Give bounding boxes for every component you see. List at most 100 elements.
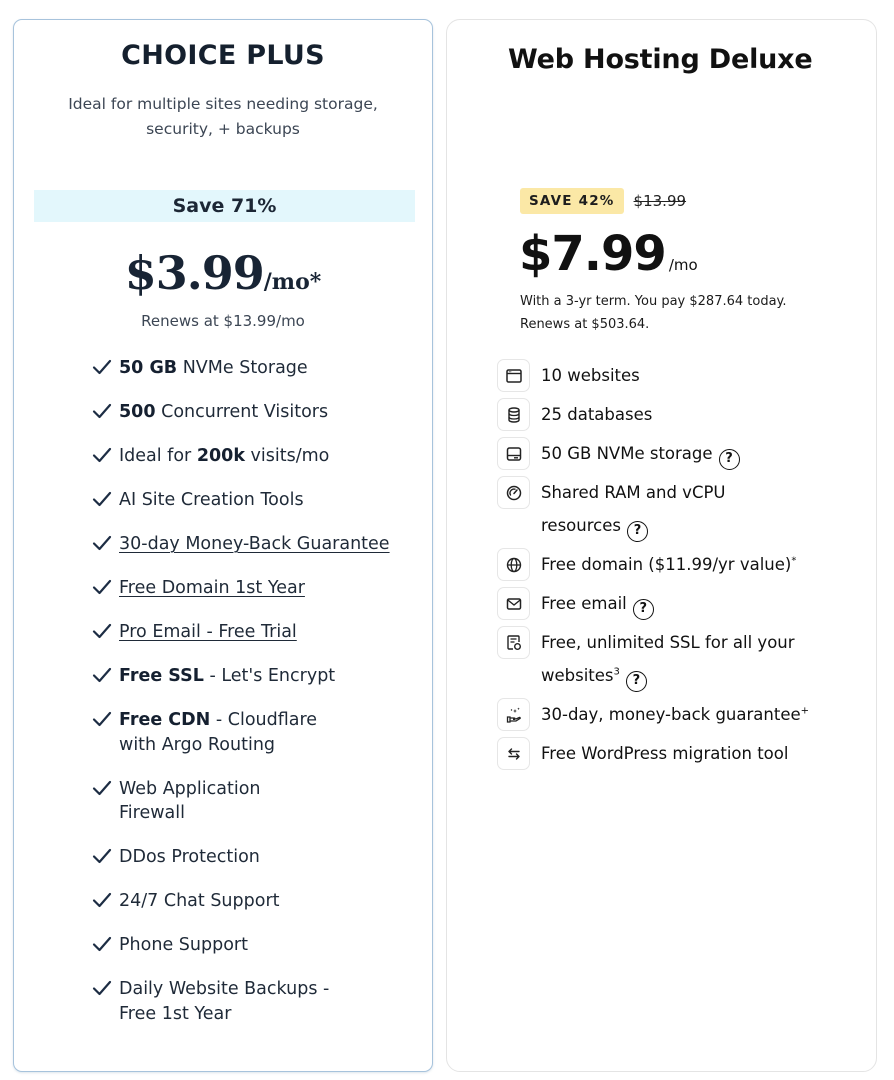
feature-highlight: 500 [119, 402, 156, 422]
plan-price: $3.99/mo* [14, 246, 432, 300]
feature-highlight: Free CDN [119, 710, 211, 730]
checkmark-icon [92, 892, 112, 908]
feature-text-wrap: 50 GB NVMe storage? [541, 432, 740, 470]
feature-text: Ideal for [119, 446, 197, 466]
feature-text: Free WordPress migration tool [541, 744, 789, 763]
feature-item: 10 websites [497, 359, 867, 392]
transfer-arrows-icon [497, 737, 530, 770]
feature-item: 50 GB NVMe storage? [497, 437, 867, 470]
certificate-icon [497, 626, 530, 659]
help-icon[interactable]: ? [625, 671, 647, 692]
feature-text: DDos Protection [119, 847, 260, 867]
globe-icon [497, 548, 530, 581]
feature-highlight: 50 GB [119, 358, 178, 378]
help-icon[interactable]: ? [632, 599, 654, 620]
feature-item: Shared RAM and vCPU resources? [497, 476, 867, 542]
feature-text: - Let's Encrypt [203, 666, 336, 686]
price-amount: $3.99 [124, 246, 265, 300]
feature-highlight: Free SSL [119, 666, 204, 686]
checkmark-icon [92, 780, 112, 795]
checkmark-icon [92, 579, 112, 595]
feature-text: 25 databases [541, 405, 653, 424]
feature-list: 50 GB NVMe Storage 500 Concurrent Visito… [90, 356, 390, 1046]
price-amount: $7.99 [519, 226, 667, 282]
feature-text-wrap: Free, unlimited SSL for all your website… [541, 621, 831, 692]
feature-text-wrap: 30-day, money-back guarantee+ [541, 693, 809, 731]
save-banner: Save 71% [34, 190, 415, 222]
feature-item: 500 Concurrent Visitors [90, 400, 390, 425]
discount-row: SAVE 42% $13.99 [520, 188, 686, 214]
help-icon[interactable]: ? [718, 449, 740, 470]
checkmark-icon [92, 667, 112, 683]
feature-text: Concurrent Visitors [155, 402, 329, 422]
checkmark-icon [92, 359, 112, 375]
feature-text-wrap: Free email? [541, 582, 654, 620]
feature-item: Free WordPress migration tool [497, 737, 867, 770]
feature-item: 30-day, money-back guarantee+ [497, 698, 867, 731]
renewal-price: Renews at $13.99/mo [141, 312, 305, 330]
feature-text: Free, unlimited SSL for all your website… [541, 633, 795, 685]
checkmark-icon [92, 403, 112, 419]
feature-text: NVMe Storage [177, 358, 308, 378]
checkmark-icon [92, 980, 112, 996]
footnote-marker: 3 [613, 666, 620, 678]
feature-text-wrap: Free domain ($11.99/yr value)* [541, 543, 796, 581]
hard-drive-icon [497, 437, 530, 470]
free-domain-link[interactable]: Free Domain 1st Year [119, 578, 305, 598]
feature-item: Daily Website Backups - Free 1st Year [90, 977, 370, 1026]
feature-text: visits/mo [244, 446, 330, 466]
checkmark-icon [92, 535, 112, 551]
term-details: With a 3-yr term. You pay $287.64 today.… [520, 290, 860, 336]
feature-text: Web Application Firewall [119, 778, 261, 824]
plan-price: $7.99/mo [519, 226, 698, 282]
feature-list: 10 websites 25 databases 50 GB NVMe stor… [497, 359, 867, 776]
feature-item: Free domain ($11.99/yr value)* [497, 548, 867, 581]
feature-text-wrap: Shared RAM and vCPU resources? [541, 471, 771, 542]
feature-highlight: 200k [196, 446, 245, 466]
feature-item: 30-day Money-Back Guarantee [90, 532, 390, 557]
feature-text: Free domain ($11.99/yr value) [541, 555, 792, 574]
feature-text: Free email [541, 594, 627, 613]
checkmark-icon [92, 936, 112, 952]
feature-text: AI Site Creation Tools [119, 490, 304, 510]
plan-title: CHOICE PLUS [121, 40, 325, 71]
feature-item: Free SSL - Let's Encrypt [90, 664, 390, 689]
feature-text: 10 websites [541, 366, 640, 385]
feature-item: DDos Protection [90, 845, 390, 870]
renewal-line: Renews at $503.64. [520, 317, 650, 332]
checkmark-icon [92, 447, 112, 463]
feature-item: Pro Email - Free Trial [90, 620, 390, 645]
feature-item: Free, unlimited SSL for all your website… [497, 626, 867, 692]
footnote-marker: * [791, 555, 797, 567]
checkmark-icon [92, 711, 112, 727]
money-back-guarantee-link[interactable]: 30-day Money-Back Guarantee [119, 534, 390, 554]
feature-item: Free email? [497, 587, 867, 620]
plan-title: Web Hosting Deluxe [508, 44, 813, 75]
save-badge: SAVE 42% [520, 188, 624, 214]
feature-text: Phone Support [119, 935, 248, 955]
price-unit: /mo [668, 256, 698, 274]
help-icon[interactable]: ? [626, 521, 648, 542]
footnote-marker: + [800, 705, 810, 717]
feature-text: Daily Website Backups - Free 1st Year [119, 979, 330, 1024]
browser-window-icon [497, 359, 530, 392]
plan-card-choice-plus: CHOICE PLUS Ideal for multiple sites nee… [13, 19, 433, 1072]
checkmark-icon [92, 491, 112, 507]
feature-text: 30-day, money-back guarantee [541, 705, 801, 724]
plan-card-web-hosting-deluxe: Web Hosting Deluxe SAVE 42% $13.99 $7.99… [446, 19, 877, 1072]
feature-item: AI Site Creation Tools [90, 488, 390, 513]
feature-item: Ideal for 200k visits/mo [90, 444, 390, 469]
hand-sparkle-icon [497, 698, 530, 731]
feature-item: Free Domain 1st Year [90, 576, 390, 601]
feature-text: 50 GB NVMe storage [541, 444, 713, 463]
feature-text: 24/7 Chat Support [119, 891, 280, 911]
feature-item: 50 GB NVMe Storage [90, 356, 390, 381]
feature-item: Free CDN - Cloudflare with Argo Routing [90, 708, 340, 757]
checkmark-icon [92, 848, 112, 864]
original-price: $13.99 [633, 192, 687, 210]
feature-item: Web Application Firewall [90, 777, 300, 826]
plan-subtitle: Ideal for multiple sites needing storage… [68, 95, 378, 138]
checkmark-icon [92, 623, 112, 639]
feature-item: Phone Support [90, 933, 390, 958]
pro-email-link[interactable]: Pro Email - Free Trial [119, 622, 297, 642]
